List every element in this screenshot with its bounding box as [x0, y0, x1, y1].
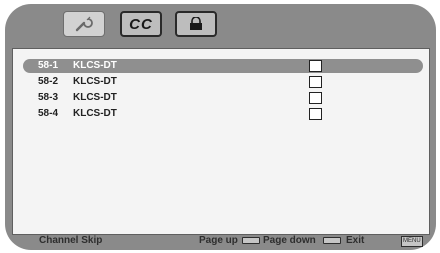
tab-closed-caption[interactable]: CC [120, 11, 162, 37]
channel-name: KLCS-DT [73, 60, 117, 71]
channel-row[interactable]: 58-1 KLCS-DT [23, 59, 423, 73]
cc-icon: CC [129, 15, 153, 33]
skip-checkbox[interactable] [309, 76, 322, 88]
wrench-icon [75, 16, 93, 32]
osd-frame: CC 58-1 KLCS-DT 58-2 KLCS-DT 58-3 KLCS-D… [5, 4, 436, 250]
channel-row[interactable]: 58-3 KLCS-DT [23, 91, 423, 105]
skip-checkbox[interactable] [309, 108, 322, 120]
menu-title: Channel Skip [39, 235, 103, 246]
channel-row[interactable]: 58-4 KLCS-DT [23, 107, 423, 121]
skip-checkbox[interactable] [309, 92, 322, 104]
tab-setup[interactable] [63, 11, 105, 37]
channel-number: 58-3 [38, 92, 59, 103]
footer-hints: Channel Skip Page up Page down Exit MENU [5, 232, 436, 250]
channel-list-panel: 58-1 KLCS-DT 58-2 KLCS-DT 58-3 KLCS-DT 5… [12, 48, 430, 235]
tab-lock[interactable] [175, 11, 217, 37]
channel-name: KLCS-DT [73, 92, 117, 103]
menu-tab-bar: CC [5, 4, 436, 44]
lock-icon [190, 17, 202, 30]
channel-number: 58-1 [38, 60, 59, 71]
page-up-hint: Page up [199, 235, 238, 246]
page-up-key-icon [242, 237, 260, 244]
skip-checkbox[interactable] [309, 60, 322, 72]
channel-name: KLCS-DT [73, 76, 117, 87]
channel-row[interactable]: 58-2 KLCS-DT [23, 75, 423, 89]
channel-name: KLCS-DT [73, 108, 117, 119]
menu-key-icon: MENU [401, 236, 423, 247]
channel-number: 58-2 [38, 76, 59, 87]
page-down-hint: Page down [263, 235, 316, 246]
exit-hint: Exit [346, 235, 365, 246]
channel-number: 58-4 [38, 108, 59, 119]
page-down-key-icon [323, 237, 341, 244]
